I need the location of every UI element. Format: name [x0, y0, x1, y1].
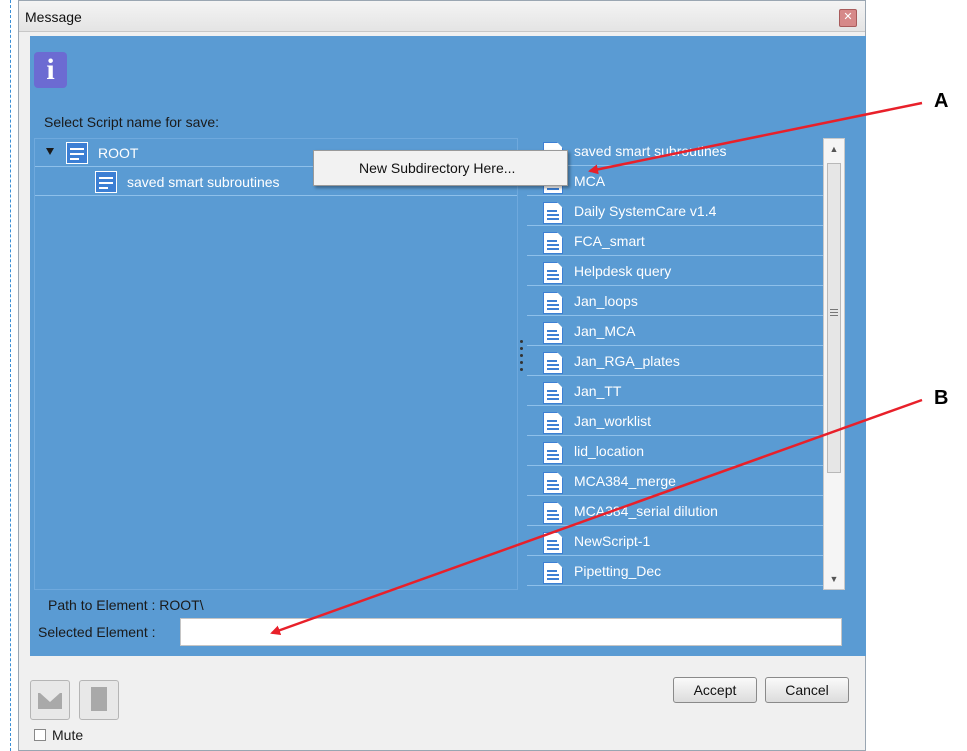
list-item[interactable]: Daily SystemCare v1.4 — [527, 198, 823, 226]
list-item-label: MCA384_serial dilution — [574, 503, 718, 519]
list-item-label: NewScript-1 — [574, 533, 651, 549]
document-icon — [543, 562, 563, 584]
list-item-label: Jan_loops — [574, 293, 638, 309]
document-icon — [543, 352, 563, 374]
document-icon — [543, 532, 563, 554]
tree-root-label: ROOT — [98, 145, 139, 161]
folder-tree[interactable]: ROOT saved smart subroutines — [34, 138, 518, 590]
copy-icon — [86, 687, 107, 714]
path-label: Path to Element : ROOT\ — [48, 597, 204, 613]
list-item[interactable]: MCA384_serial dilution — [527, 498, 823, 526]
script-list[interactable]: saved smart subroutines MCA Daily System… — [527, 138, 823, 590]
expand-arrow-icon[interactable] — [46, 148, 54, 155]
title-bar: Message ✕ — [19, 1, 865, 32]
document-icon — [543, 292, 563, 314]
document-icon — [543, 472, 563, 494]
list-item[interactable]: MCA — [527, 168, 823, 196]
list-item[interactable]: Jan_RGA_plates — [527, 348, 823, 376]
tree-child-label: saved smart subroutines — [127, 174, 280, 190]
context-menu: New Subdirectory Here... — [313, 150, 568, 186]
list-scrollbar[interactable]: ▲ ▼ — [823, 138, 845, 590]
selected-element-input[interactable] — [180, 618, 842, 646]
list-item[interactable]: Pipetting_Dec — [527, 558, 823, 586]
envelope-icon — [38, 693, 62, 709]
copy-button[interactable] — [79, 680, 119, 720]
scroll-down-icon[interactable]: ▼ — [826, 571, 842, 587]
scroll-up-icon[interactable]: ▲ — [826, 141, 842, 157]
list-item-label: Jan_MCA — [574, 323, 636, 339]
callout-b: B — [934, 387, 949, 409]
list-item-label: MCA384_merge — [574, 473, 676, 489]
folder-list-icon — [95, 171, 117, 193]
document-icon — [543, 412, 563, 434]
mail-button[interactable] — [30, 680, 70, 720]
list-item[interactable]: Jan_TT — [527, 378, 823, 406]
document-icon — [543, 262, 563, 284]
list-item[interactable]: MCA384_merge — [527, 468, 823, 496]
list-item-label: Jan_RGA_plates — [574, 353, 680, 369]
list-item-label: Daily SystemCare v1.4 — [574, 203, 717, 219]
list-item-label: FCA_smart — [574, 233, 645, 249]
list-item[interactable]: saved smart subroutines — [527, 138, 823, 166]
folder-list-icon — [66, 142, 88, 164]
list-item[interactable]: NewScript-1 — [527, 528, 823, 556]
panel-splitter[interactable] — [518, 340, 524, 388]
list-item[interactable]: Jan_loops — [527, 288, 823, 316]
document-icon — [543, 232, 563, 254]
document-icon — [543, 382, 563, 404]
selection-guide-line — [10, 0, 11, 751]
close-icon[interactable]: ✕ — [839, 9, 857, 27]
grip-icon — [830, 309, 838, 318]
prompt-label: Select Script name for save: — [44, 114, 220, 130]
cancel-button[interactable]: Cancel — [765, 677, 849, 703]
path-value: ROOT\ — [159, 597, 204, 613]
list-item-label: Jan_TT — [574, 383, 622, 399]
list-item[interactable]: Jan_MCA — [527, 318, 823, 346]
document-icon — [543, 502, 563, 524]
document-icon — [543, 202, 563, 224]
list-item-label: lid_location — [574, 443, 645, 459]
list-item-label: Helpdesk query — [574, 263, 672, 279]
list-item[interactable]: Jan_worklist — [527, 408, 823, 436]
list-item-label: MCA — [574, 173, 606, 189]
list-item[interactable]: Helpdesk query — [527, 258, 823, 286]
list-item-label: Jan_worklist — [574, 413, 652, 429]
accept-button[interactable]: Accept — [673, 677, 757, 703]
document-icon — [543, 322, 563, 344]
window-title: Message — [25, 9, 82, 25]
info-icon: i — [34, 52, 67, 88]
menu-item-new-subdirectory[interactable]: New Subdirectory Here... — [359, 160, 515, 176]
list-item-label: saved smart subroutines — [574, 143, 727, 159]
list-item-label: Pipetting_Dec — [574, 563, 662, 579]
scroll-thumb[interactable] — [827, 163, 841, 473]
mute-checkbox[interactable] — [34, 729, 46, 741]
callout-a: A — [934, 90, 949, 112]
document-icon — [543, 442, 563, 464]
list-item[interactable]: lid_location — [527, 438, 823, 466]
mute-label: Mute — [52, 727, 84, 743]
list-item[interactable]: FCA_smart — [527, 228, 823, 256]
selected-element-label: Selected Element : — [38, 624, 156, 640]
